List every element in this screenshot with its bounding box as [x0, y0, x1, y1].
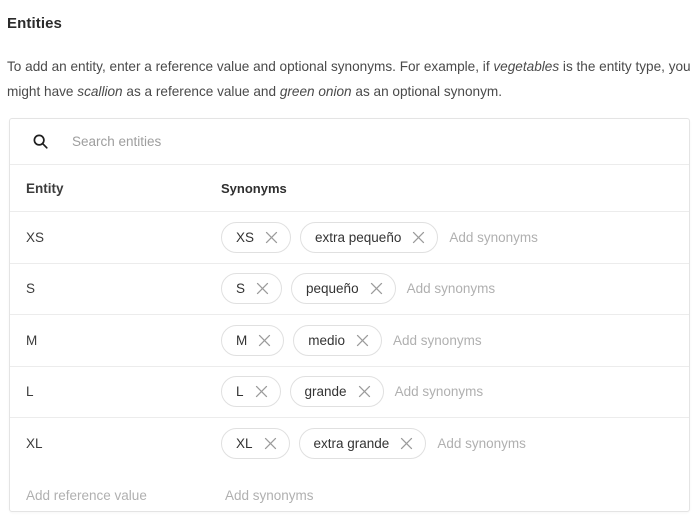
synonym-chip[interactable]: extra pequeño: [300, 221, 439, 253]
entity-reference-value[interactable]: XS: [10, 230, 221, 245]
close-icon[interactable]: [255, 331, 274, 350]
synonym-chip-label: extra pequeño: [315, 229, 402, 245]
search-input[interactable]: [72, 119, 673, 164]
intro-emphasis-green-onion: green onion: [279, 83, 352, 99]
table-row: S Spequeño Add synonyms: [10, 264, 689, 315]
table-row: XL XL extra grande Add synonyms: [10, 418, 689, 470]
synonym-chip-label: L: [236, 384, 244, 399]
table-header-row: Entity Synonyms: [10, 165, 689, 212]
intro-part-1: To add an entity, enter a reference valu…: [7, 58, 494, 74]
add-synonyms-input[interactable]: Add synonyms: [391, 333, 482, 348]
synonym-chip-label: medio: [308, 332, 346, 348]
synonym-chip-label: pequeño: [306, 281, 359, 296]
close-icon[interactable]: [252, 382, 271, 401]
close-icon[interactable]: [253, 279, 272, 298]
synonym-chip[interactable]: S: [221, 273, 283, 305]
entities-table: Entity Synonyms XS XS extra pequeño Add syn…: [10, 165, 689, 512]
page-title: Entities: [7, 15, 62, 33]
add-synonyms-input-new-row[interactable]: Add synonyms: [221, 488, 314, 503]
synonyms-cell: Lgrande Add synonyms: [221, 376, 689, 408]
column-header-entity: Entity: [26, 180, 64, 196]
add-synonyms-input[interactable]: Add synonyms: [393, 384, 484, 399]
intro-emphasis-scallion: scallion: [77, 83, 123, 99]
synonym-chip[interactable]: M: [221, 324, 285, 356]
synonym-chip[interactable]: extra grande: [298, 428, 427, 460]
synonyms-cell: XL extra grande Add synonyms: [221, 428, 689, 460]
synonym-chip[interactable]: pequeño: [291, 273, 396, 305]
synonym-chip-label: extra grande: [313, 436, 390, 451]
table-row: L Lgrande Add synonyms: [10, 367, 689, 418]
intro-part-3: as a reference value and: [122, 83, 280, 99]
add-synonyms-input[interactable]: Add synonyms: [447, 230, 538, 245]
synonyms-cell: Spequeño Add synonyms: [221, 273, 689, 305]
add-reference-value-input[interactable]: Add reference value: [10, 488, 221, 503]
close-icon[interactable]: [409, 228, 428, 247]
entities-page: Entities To add an entity, enter a refer…: [0, 0, 696, 521]
synonym-chip-label: M: [236, 332, 248, 348]
search-icon: [30, 132, 50, 152]
synonym-chip-label: grande: [304, 384, 347, 399]
intro-part-4: as an optional synonym.: [351, 83, 502, 99]
entity-reference-value[interactable]: XL: [10, 436, 221, 451]
close-icon[interactable]: [353, 331, 372, 350]
entity-reference-value[interactable]: L: [10, 384, 221, 399]
table-row: M Mmedio Add synonyms: [10, 315, 689, 367]
table-row: XS XS extra pequeño Add synonyms: [10, 212, 689, 264]
synonym-chip-label: S: [236, 281, 246, 296]
entities-card: Entity Synonyms XS XS extra pequeño Add syn…: [9, 118, 690, 512]
close-icon[interactable]: [367, 279, 386, 298]
intro-text: To add an entity, enter a reference valu…: [7, 54, 693, 104]
close-icon[interactable]: [262, 228, 281, 247]
close-icon[interactable]: [261, 434, 280, 453]
synonym-chip[interactable]: grande: [289, 376, 384, 408]
synonym-chip[interactable]: L: [221, 376, 281, 408]
add-synonyms-input[interactable]: Add synonyms: [405, 281, 496, 296]
column-header-synonyms: Synonyms: [221, 180, 287, 196]
close-icon[interactable]: [355, 382, 374, 401]
close-icon[interactable]: [397, 434, 416, 453]
table-row-add-new[interactable]: Add reference value Add synonyms: [10, 470, 689, 512]
search-bar[interactable]: [10, 119, 689, 165]
synonym-chip[interactable]: XL: [221, 428, 290, 460]
synonyms-cell: Mmedio Add synonyms: [221, 324, 689, 356]
synonym-chip-label: XS: [236, 229, 255, 245]
entity-reference-value[interactable]: M: [10, 333, 221, 348]
synonyms-cell: XS extra pequeño Add synonyms: [221, 221, 689, 253]
synonym-chip-label: XL: [236, 436, 253, 451]
table-body: XS XS extra pequeño Add synonyms S Spequeño Ad…: [10, 212, 689, 470]
entity-reference-value[interactable]: S: [10, 281, 221, 296]
synonym-chip[interactable]: medio: [293, 324, 383, 356]
intro-emphasis-vegetables: vegetables: [493, 58, 560, 74]
synonym-chip[interactable]: XS: [221, 221, 292, 253]
add-synonyms-input[interactable]: Add synonyms: [435, 436, 526, 451]
